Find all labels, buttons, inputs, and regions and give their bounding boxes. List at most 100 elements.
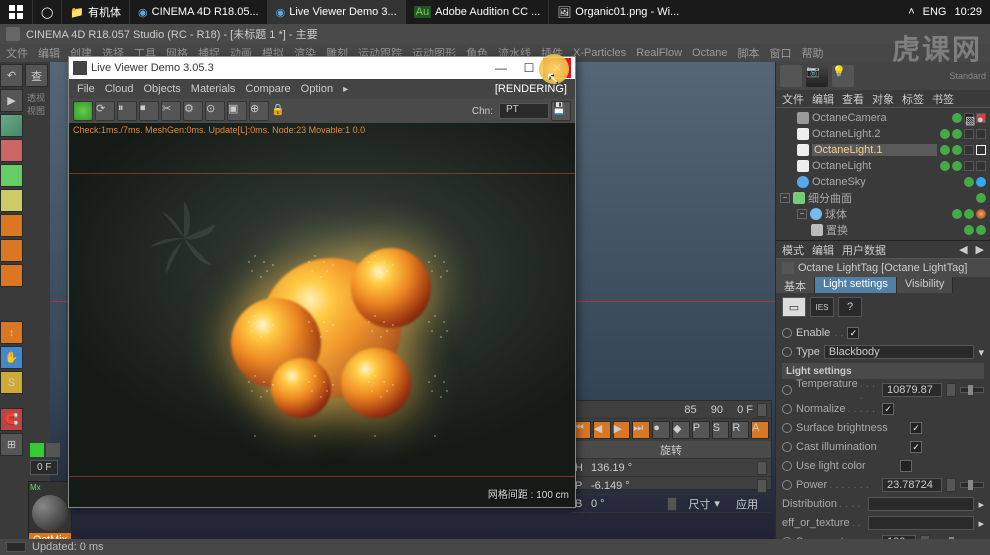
lv-save-icon[interactable]: 💾 bbox=[551, 101, 571, 121]
lv-lock-icon[interactable]: 🔒 bbox=[271, 103, 287, 119]
start-button[interactable] bbox=[0, 0, 32, 24]
light-help-icon[interactable]: ? bbox=[838, 297, 862, 317]
tool-workplane[interactable]: ⊞ bbox=[0, 433, 23, 456]
taskbar-task-c4d[interactable]: ◉ CINEMA 4D R18.05... bbox=[129, 0, 267, 24]
menu-rf[interactable]: RealFlow bbox=[636, 47, 682, 59]
tool-point[interactable] bbox=[0, 214, 23, 237]
distribution-field[interactable] bbox=[868, 497, 974, 511]
lvmenu-materials[interactable]: Materials bbox=[191, 83, 236, 95]
tool-poly[interactable] bbox=[0, 264, 23, 287]
taskbar-search-icon[interactable]: ◯ bbox=[32, 0, 61, 24]
tool-magnet[interactable]: 🧲 bbox=[0, 408, 23, 431]
objtab-bookmark[interactable]: 书签 bbox=[932, 91, 954, 107]
tool-s[interactable]: S bbox=[0, 371, 23, 394]
taskbar-task-liveviewer[interactable]: ◉ Live Viewer Demo 3... bbox=[267, 0, 405, 24]
coord-h[interactable]: 136.19 ° bbox=[591, 462, 753, 474]
temperature-spinner[interactable] bbox=[946, 383, 956, 397]
objtab-view[interactable]: 查看 bbox=[842, 91, 864, 107]
power-field[interactable]: 23.78724 bbox=[882, 478, 942, 492]
lvmenu-cloud[interactable]: Cloud bbox=[105, 83, 134, 95]
menu-help[interactable]: 帮助 bbox=[802, 45, 824, 61]
obj-subdiv[interactable]: −细分曲面 bbox=[780, 190, 986, 206]
material-thumbnail[interactable]: Mx OctMix bbox=[28, 481, 72, 537]
lv-refresh-icon[interactable]: ⟳ bbox=[95, 101, 115, 121]
taskbar-task-image[interactable]: 🖼 Organic01.png - Wi... bbox=[548, 0, 687, 24]
power-slider[interactable] bbox=[960, 482, 984, 488]
lv-clip-icon[interactable]: ✂ bbox=[161, 101, 181, 121]
menu-xp[interactable]: X-Particles bbox=[573, 47, 626, 59]
menu-window[interactable]: 窗口 bbox=[770, 45, 792, 61]
coord-b[interactable]: 0 ° bbox=[591, 498, 663, 510]
liveviewer-titlebar[interactable]: Live Viewer Demo 3.05.3 — ☐ ✕ bbox=[69, 57, 575, 79]
tool-undo[interactable]: ↶ bbox=[0, 64, 23, 87]
lv-region-icon[interactable]: ▣ bbox=[227, 101, 247, 121]
tray-up-icon[interactable]: ˄ bbox=[908, 6, 914, 18]
distribution-arrow-icon[interactable]: ▸ bbox=[978, 498, 984, 511]
menu-file[interactable]: 文件 bbox=[6, 45, 28, 61]
current-frame[interactable]: 0 F bbox=[737, 404, 753, 416]
light-ies-icon[interactable]: IES bbox=[810, 297, 834, 317]
tl-key-icon[interactable]: ◆ bbox=[672, 421, 690, 439]
attr-nav-fwd[interactable]: ▶ bbox=[976, 243, 984, 256]
lvmenu-compare[interactable]: Compare bbox=[245, 83, 290, 95]
lv-focus-icon[interactable]: ⊕ bbox=[249, 101, 269, 121]
tl-rec-icon[interactable]: ● bbox=[652, 421, 670, 439]
apply-button[interactable]: 应用 bbox=[727, 496, 767, 512]
tool-move-axis[interactable]: ↕ bbox=[0, 321, 23, 344]
castillum-checkbox[interactable]: ✓ bbox=[910, 441, 922, 453]
efftexture-field[interactable] bbox=[868, 516, 974, 530]
tool-hand[interactable]: ✋ bbox=[0, 346, 23, 369]
obj-octanecamera[interactable]: OctaneCamera▧● bbox=[780, 110, 986, 126]
subtab-lightsettings[interactable]: Light settings bbox=[815, 277, 897, 293]
rt-camera-icon[interactable]: 📷 bbox=[806, 65, 828, 87]
obj-octanelight1[interactable]: OctaneLight.1 bbox=[780, 142, 986, 158]
tl-r-icon[interactable]: R bbox=[731, 421, 749, 439]
power-spinner[interactable] bbox=[946, 478, 956, 492]
tray-ime[interactable]: ENG bbox=[923, 6, 947, 18]
tl-next-icon[interactable]: ⏭ bbox=[632, 421, 650, 439]
objtab-edit[interactable]: 编辑 bbox=[812, 91, 834, 107]
obj-displace[interactable]: 置换 bbox=[780, 222, 986, 238]
objtab-file[interactable]: 文件 bbox=[782, 91, 804, 107]
subtab-visibility[interactable]: Visibility bbox=[897, 277, 954, 293]
temperature-field[interactable]: 10879.87 bbox=[882, 383, 942, 397]
taskbar-folder[interactable]: 📁 有机体 bbox=[61, 0, 129, 24]
normalize-checkbox[interactable]: ✓ bbox=[882, 403, 894, 415]
attrtab-user[interactable]: 用户数据 bbox=[842, 242, 886, 258]
tl-p-icon[interactable]: P bbox=[692, 421, 710, 439]
enable-checkbox[interactable]: ✓ bbox=[847, 327, 859, 339]
tl-s-icon[interactable]: S bbox=[712, 421, 730, 439]
coord-p-spinner[interactable] bbox=[757, 479, 767, 493]
menu-edit[interactable]: 编辑 bbox=[38, 45, 60, 61]
subtab-basic[interactable]: 基本 bbox=[776, 277, 815, 293]
obj-octanesky[interactable]: OctaneSky bbox=[780, 174, 986, 190]
objtab-tag[interactable]: 标签 bbox=[902, 91, 924, 107]
type-dropdown-icon[interactable]: ▾ bbox=[978, 346, 984, 359]
lv-pick-icon[interactable]: ⊙ bbox=[205, 101, 225, 121]
rt-light-icon[interactable]: 💡 bbox=[832, 65, 854, 87]
taskbar-task-audition[interactable]: Au Adobe Audition CC ... bbox=[405, 0, 549, 24]
coord-b-spinner[interactable] bbox=[667, 497, 677, 511]
minimize-button[interactable]: — bbox=[487, 58, 515, 78]
tool-red[interactable] bbox=[0, 139, 23, 162]
tool-search[interactable]: 查 bbox=[25, 64, 48, 87]
tool-yellow[interactable] bbox=[0, 189, 23, 212]
obj-octanelight[interactable]: OctaneLight bbox=[780, 158, 986, 174]
lv-gear-icon[interactable]: ⚙ bbox=[183, 101, 203, 121]
mini-grey-icon[interactable] bbox=[46, 443, 60, 457]
scale-dropdown[interactable]: 尺寸 bbox=[688, 496, 710, 512]
rt-icon-1[interactable] bbox=[780, 65, 802, 87]
tl-play-icon[interactable]: ▶ bbox=[613, 421, 631, 439]
surfbright-checkbox[interactable]: ✓ bbox=[910, 422, 922, 434]
menu-octane[interactable]: Octane bbox=[692, 47, 727, 59]
lvmenu-objects[interactable]: Objects bbox=[143, 83, 180, 95]
tool-green[interactable] bbox=[0, 164, 23, 187]
channel-select[interactable]: PT bbox=[499, 103, 549, 119]
coord-p[interactable]: -6.149 ° bbox=[591, 480, 753, 492]
objtab-object[interactable]: 对象 bbox=[872, 91, 894, 107]
tool-cube[interactable] bbox=[0, 114, 23, 137]
lv-stop-icon[interactable]: ⏹ bbox=[139, 101, 159, 121]
lv-pause-icon[interactable]: ⏸ bbox=[117, 101, 137, 121]
coord-h-spinner[interactable] bbox=[757, 461, 767, 475]
liveviewer-render[interactable]: Check:1ms./7ms. MeshGen:0ms. Update[L]:0… bbox=[69, 123, 575, 507]
